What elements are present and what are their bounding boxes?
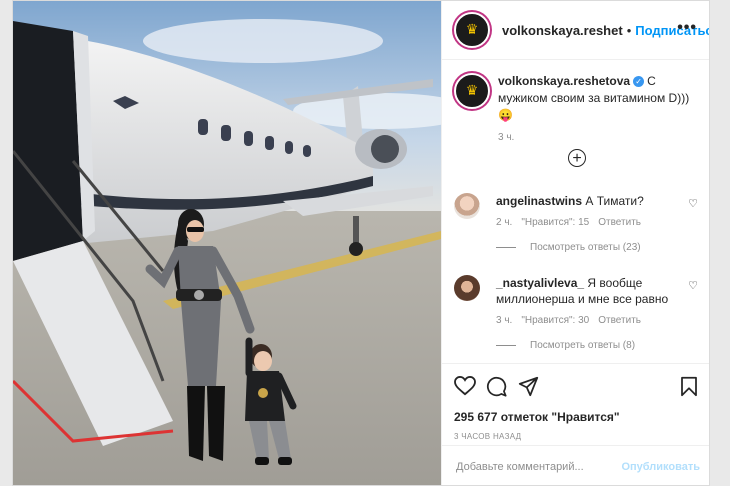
- commenter-avatar[interactable]: [454, 275, 480, 301]
- post-photo-image: [13, 1, 441, 485]
- follow-button[interactable]: Подписаться: [635, 23, 709, 38]
- comment-bubble-icon[interactable]: [486, 376, 507, 397]
- view-replies-button[interactable]: Посмотреть ответы (23): [496, 242, 704, 253]
- comment-item: _nastyalivleva_ Я вообще миллионерша и м…: [454, 275, 704, 351]
- caption-avatar[interactable]: ♛: [454, 73, 490, 109]
- post-actions: 295 677 отметок "Нравится" 3 ЧАСОВ НАЗАД: [442, 363, 709, 441]
- add-comment-input[interactable]: [454, 459, 622, 474]
- replies-divider: [496, 345, 516, 346]
- crown-icon: ♛: [465, 22, 479, 38]
- verified-badge-icon: ✓: [633, 76, 645, 87]
- post-caption: ♛ volkonskaya.reshetova ✓ С мужиком своим …: [454, 73, 700, 143]
- reply-button[interactable]: Ответить: [598, 217, 641, 228]
- comment-likes[interactable]: "Нравится": 15: [521, 217, 589, 228]
- action-icons: [454, 374, 700, 400]
- post-header: ♛ volkonskaya.reshet • Подписаться •••: [442, 1, 709, 60]
- like-comment-heart-icon[interactable]: ♡: [688, 197, 698, 210]
- view-replies-label: Посмотреть ответы (23): [530, 242, 641, 253]
- comment-time[interactable]: 2 ч.: [496, 217, 512, 228]
- share-send-icon[interactable]: [518, 376, 539, 397]
- comment-text: _nastyalivleva_ Я вообще миллионерша и м…: [496, 275, 704, 307]
- comment-item: angelinastwins А Тимати? ♡ 2 ч. "Нравится…: [454, 193, 704, 253]
- reply-button[interactable]: Ответить: [598, 315, 641, 326]
- add-comment-bar: Опубликовать: [442, 445, 709, 485]
- like-heart-icon[interactable]: [454, 376, 476, 396]
- replies-divider: [496, 247, 516, 248]
- comment-meta: 3 ч. "Нравится": 30 Ответить: [496, 315, 704, 326]
- comment-meta: 2 ч. "Нравится": 15 Ответить: [496, 217, 704, 228]
- comment-likes[interactable]: "Нравится": 30: [521, 315, 589, 326]
- more-options-icon[interactable]: •••: [677, 19, 697, 37]
- likes-count[interactable]: 295 677 отметок "Нравится": [454, 410, 700, 424]
- view-replies-label: Посмотреть ответы (8): [530, 340, 636, 351]
- publish-button[interactable]: Опубликовать: [621, 461, 700, 473]
- caption-username[interactable]: volkonskaya.reshetova: [498, 74, 630, 88]
- instagram-post: ♛ volkonskaya.reshet • Подписаться ••• ♛…: [12, 0, 710, 486]
- comment-body: А Тимати?: [585, 194, 644, 208]
- post-sidebar: ♛ volkonskaya.reshet • Подписаться ••• ♛…: [441, 1, 709, 485]
- load-more-comments-icon[interactable]: +: [568, 149, 586, 167]
- save-bookmark-icon[interactable]: [680, 376, 698, 397]
- commenter-username[interactable]: _nastyalivleva_: [496, 276, 584, 290]
- header-separator: •: [626, 22, 632, 38]
- crown-icon: ♛: [465, 83, 479, 99]
- author-username[interactable]: volkonskaya.reshet: [502, 23, 623, 38]
- commenter-avatar[interactable]: [454, 193, 480, 219]
- like-comment-heart-icon[interactable]: ♡: [688, 279, 698, 292]
- comment-time[interactable]: 3 ч.: [496, 315, 512, 326]
- view-replies-button[interactable]: Посмотреть ответы (8): [496, 340, 704, 351]
- caption-text: volkonskaya.reshetova ✓ С мужиком своим за…: [498, 73, 700, 124]
- commenter-username[interactable]: angelinastwins: [496, 194, 582, 208]
- caption-time[interactable]: 3 ч.: [498, 132, 700, 143]
- post-time-ago[interactable]: 3 ЧАСОВ НАЗАД: [454, 432, 700, 441]
- author-avatar[interactable]: ♛: [454, 12, 490, 48]
- comment-text: angelinastwins А Тимати?: [496, 193, 704, 209]
- post-photo[interactable]: [13, 1, 441, 485]
